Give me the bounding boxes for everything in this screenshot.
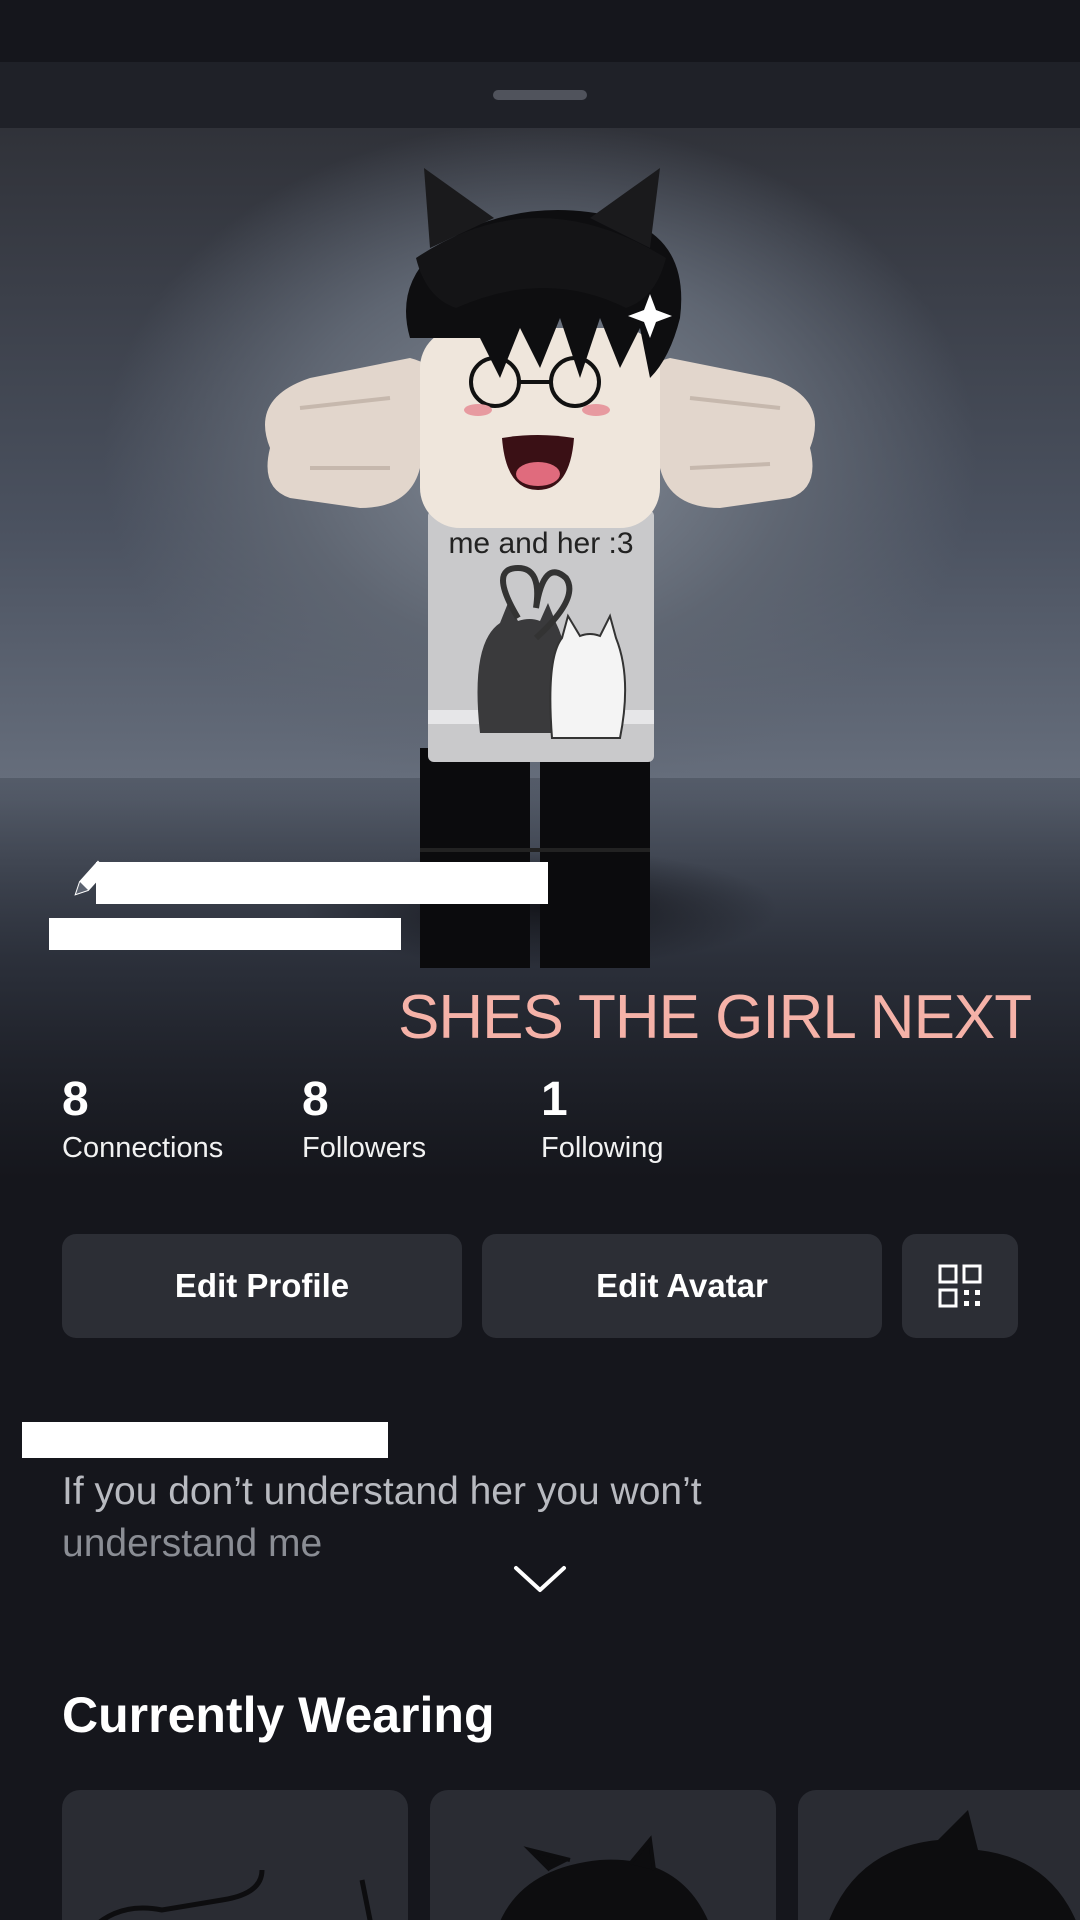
- stat-connections[interactable]: 8 Connections: [62, 1074, 223, 1168]
- stat-following[interactable]: 1 Following: [541, 1074, 664, 1168]
- glasses-item-thumbnail: [98, 1869, 373, 1920]
- qr-code-icon: [938, 1264, 982, 1308]
- hat-item-thumbnail: [829, 1810, 1076, 1920]
- section-title-currently-wearing: Currently Wearing: [62, 1687, 495, 1743]
- edit-profile-label: Edit Profile: [174, 1267, 350, 1304]
- wearing-item-hat[interactable]: [798, 1790, 1080, 1920]
- avatar-3d-figure[interactable]: me and her :3: [240, 148, 840, 968]
- stat-value: 1: [541, 1073, 568, 1126]
- username-redacted: [49, 918, 401, 950]
- chevron-down-icon[interactable]: [512, 1562, 568, 1596]
- wearing-item-glasses[interactable]: [62, 1790, 408, 1920]
- stat-followers[interactable]: 8 Followers: [302, 1074, 426, 1168]
- edit-profile-button[interactable]: Edit Profile: [62, 1234, 462, 1338]
- bio-header-redacted: [22, 1422, 388, 1458]
- about-line: If you don’t understand her you won’t: [62, 1470, 702, 1513]
- about-text: If you don’t understand her you won’t un…: [62, 1466, 962, 1570]
- drag-handle[interactable]: [493, 90, 587, 100]
- stat-value: 8: [62, 1073, 89, 1126]
- shirt-graphic-text: me and her :3: [448, 527, 633, 560]
- stat-label: Followers: [302, 1132, 427, 1164]
- edit-avatar-label: Edit Avatar: [596, 1267, 768, 1304]
- edit-avatar-button[interactable]: Edit Avatar: [482, 1234, 882, 1338]
- stat-value: 8: [302, 1073, 329, 1126]
- stat-label: Following: [541, 1132, 664, 1164]
- status-bar: [0, 0, 1080, 62]
- stat-label: Connections: [62, 1132, 224, 1164]
- display-name-redacted: [96, 862, 548, 904]
- status-banner: SHES THE GIRL NEXT: [398, 983, 1032, 1052]
- wearing-item-hair[interactable]: [430, 1790, 776, 1920]
- qr-code-button[interactable]: [902, 1234, 1018, 1338]
- hair-item-thumbnail: [500, 1835, 708, 1920]
